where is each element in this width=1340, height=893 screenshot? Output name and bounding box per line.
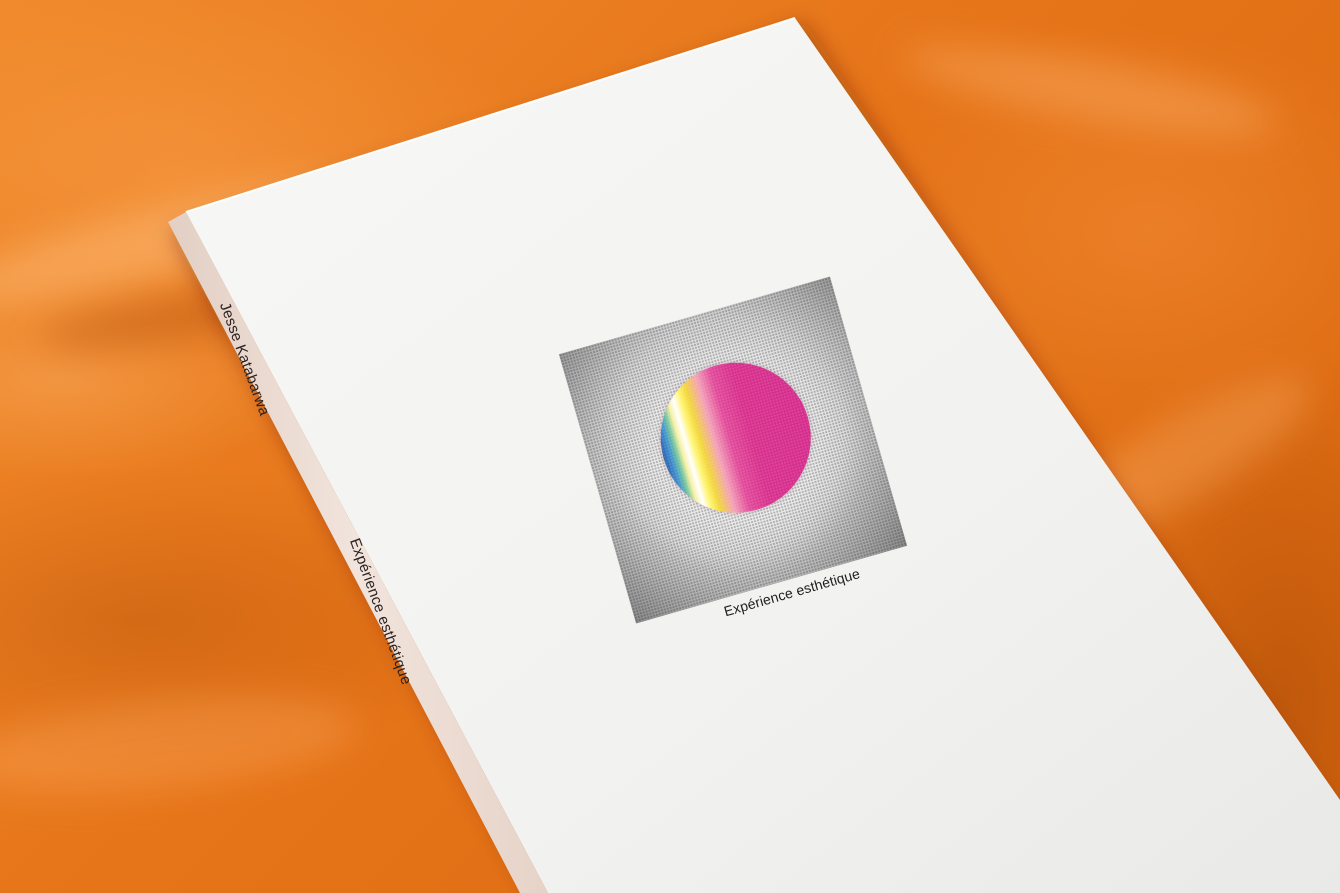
photo-scene: Expérience esthétique Jesse Katabarwa Ex… xyxy=(0,0,1340,893)
book: Expérience esthétique Jesse Katabarwa Ex… xyxy=(0,0,1340,893)
